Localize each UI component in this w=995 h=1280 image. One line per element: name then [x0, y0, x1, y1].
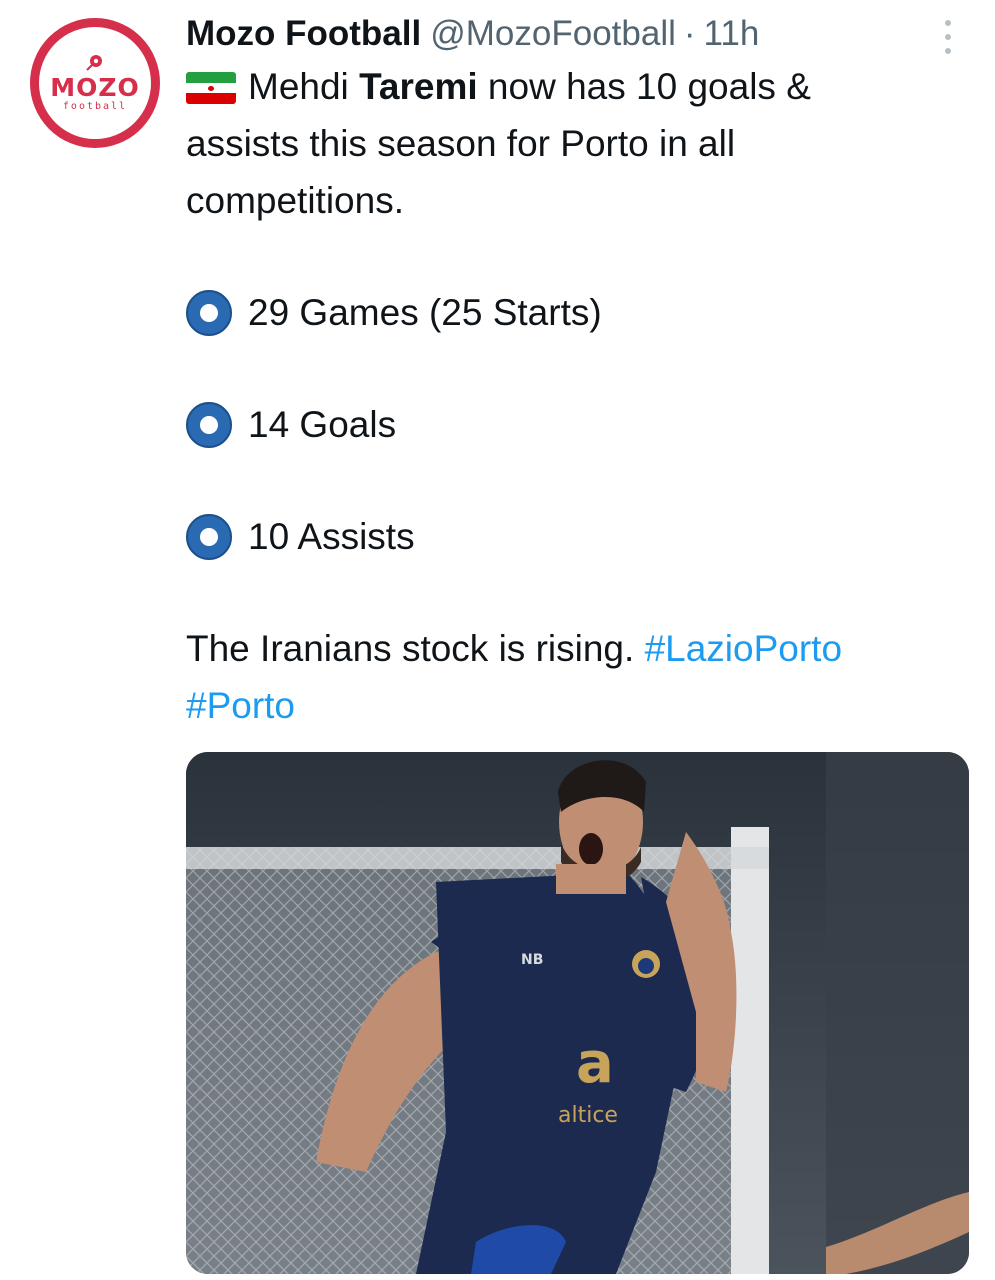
- tweet-timestamp[interactable]: 11h: [704, 10, 760, 58]
- iran-flag-icon: [186, 72, 236, 104]
- hashtag-link[interactable]: #Porto: [186, 685, 295, 726]
- avatar-logo-sub: football: [62, 101, 128, 112]
- stat-text: 10 Assists: [248, 516, 415, 557]
- avatar-logo-main: MOZO: [50, 73, 140, 102]
- account-name[interactable]: Mozo Football: [186, 10, 421, 58]
- stat-text: 14 Goals: [248, 404, 397, 445]
- tweet-intro-line-2: assists this season for Porto in all: [186, 123, 736, 164]
- jersey-logo-glyph: a: [576, 1031, 614, 1096]
- intro-rest: now has 10 goals &: [477, 66, 811, 107]
- blue-circle-bullet-icon: [186, 513, 232, 560]
- closing-line-2: #Porto: [186, 677, 976, 734]
- tweet-intro: Mehdi Taremi now has 10 goals & assists …: [186, 58, 976, 229]
- tweet-intro-line-3: competitions.: [186, 180, 404, 221]
- blue-circle-bullet-icon: [186, 401, 232, 448]
- tweet-closing: The Iranians stock is rising. #LazioPort…: [186, 620, 976, 734]
- stat-item: 29 Games (25 Starts): [186, 284, 976, 341]
- football-icon: [86, 55, 102, 71]
- player-photo: a altice NB: [186, 752, 969, 1274]
- avatar[interactable]: MOZO football: [30, 18, 160, 148]
- hashtag-link[interactable]: #LazioPorto: [645, 628, 842, 669]
- tweet-intro-line-1: Mehdi Taremi now has 10 goals &: [186, 58, 976, 115]
- account-handle[interactable]: @MozoFootball: [430, 10, 676, 58]
- closing-line-1: The Iranians stock is rising. #LazioPort…: [186, 620, 976, 677]
- closing-text: The Iranians stock is rising.: [186, 628, 645, 669]
- stat-item: 10 Assists: [186, 508, 976, 565]
- tweet: Mozo Football @MozoFootball · 11h Mehdi …: [186, 10, 976, 734]
- player-first-name: Mehdi: [248, 66, 360, 107]
- stat-text: 29 Games (25 Starts): [248, 292, 602, 333]
- tweet-media-image[interactable]: a altice NB: [186, 752, 969, 1274]
- player-last-name: Taremi: [359, 66, 478, 107]
- stat-item: 14 Goals: [186, 396, 976, 453]
- header-separator: ·: [683, 14, 696, 53]
- jersey-sponsor-text: altice: [558, 1103, 618, 1128]
- jersey-brand-text: NB: [521, 952, 543, 968]
- tweet-header: Mozo Football @MozoFootball · 11h: [186, 10, 976, 58]
- blue-circle-bullet-icon: [186, 289, 232, 336]
